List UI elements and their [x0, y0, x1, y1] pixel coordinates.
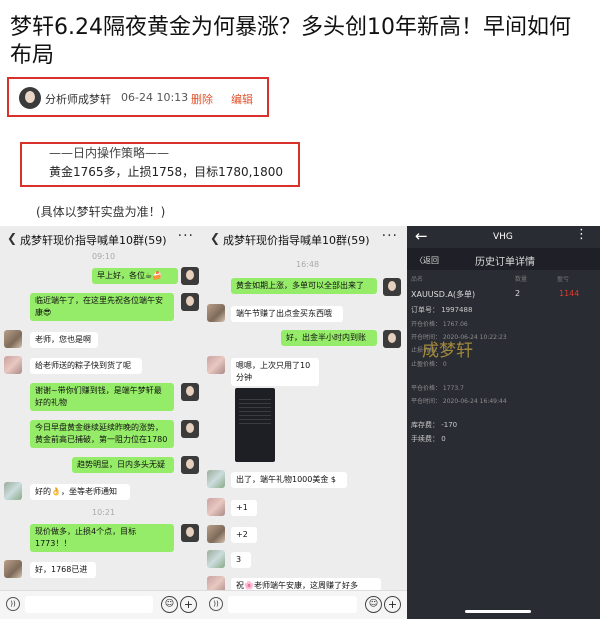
member-avatar[interactable] [4, 482, 22, 500]
voice-icon[interactable]: )) [6, 597, 20, 611]
teacher-avatar[interactable] [181, 267, 199, 285]
author-bar: 分析师成梦轩 06-24 10:13 删除 编辑 [7, 77, 269, 117]
member-avatar[interactable] [207, 550, 225, 568]
teacher-avatar[interactable] [181, 456, 199, 474]
disclaimer: (具体以梦轩实盘为准！) [36, 205, 166, 219]
emoji-icon[interactable]: ☺ [161, 596, 178, 613]
chat-panel-2: ❮ 成梦轩现价指导喊单10群(59) ··· 16:48 黄金如期上涨，多单可以… [203, 226, 407, 619]
author-avatar [19, 87, 41, 109]
teacher-avatar[interactable] [181, 293, 199, 311]
member-avatar[interactable] [207, 498, 225, 516]
message-bubble: 出了，端午礼物1000美金 $ [231, 472, 347, 488]
author-name[interactable]: 分析师成梦轩 [45, 91, 111, 107]
teacher-avatar[interactable] [181, 524, 199, 542]
message-bubble: 嗯嗯，上次只用了10分钟 [231, 358, 319, 386]
teacher-avatar[interactable] [181, 420, 199, 438]
quantity: 2 [515, 289, 521, 298]
app-name: VHG [493, 232, 513, 242]
message-bubble: 今日早盘黄金继续延续昨晚的涨势，黄金前高已捕破，第一阻力位在1780 [30, 420, 174, 448]
strategy-title: ——日内操作策略—— [49, 146, 170, 160]
message-bubble: 3 [231, 552, 251, 568]
swap-fee: 库存费： -170 [411, 421, 458, 429]
open-price: 开仓价格： 1767.06 [411, 321, 468, 328]
publish-time: 06-24 10:13 [121, 91, 189, 104]
message-bubble: 老师，您也是啊 [30, 332, 98, 348]
message-bubble: +2 [231, 527, 257, 543]
message-bubble: 谢谢~带你们赚到钱，是端午梦轩最好的礼物 [30, 383, 174, 411]
message-input[interactable] [25, 596, 153, 613]
chat-header: ❮ 成梦轩现价指导喊单10群(59) ··· [0, 226, 203, 252]
emoji-icon[interactable]: ☺ [365, 596, 382, 613]
page-header: 〈返回 历史订单详情 [407, 248, 600, 270]
col-pnl: 盈亏 [557, 276, 570, 283]
chat-header: ❮ 成梦轩现价指导喊单10群(59) ··· [203, 226, 407, 252]
message-input[interactable] [228, 596, 357, 613]
message-bubble: 现价做多，止损4个点，目标1773！！ [30, 524, 174, 552]
message-bubble: 端午节赚了出点金买东西哦 [231, 306, 343, 322]
message-bubble: 给老师送的粽子快到货了呢 [30, 358, 142, 374]
more-icon[interactable]: ··· [178, 228, 194, 244]
timestamp: 10:21 [92, 508, 116, 517]
trade-detail-panel: ← VHG ⋮ 〈返回 历史订单详情 品名 数量 盈亏 XAUUSD.A(多单)… [407, 226, 600, 619]
close-price: 平仓价格： 1773.7 [411, 385, 464, 392]
message-bubble: 趋势明显，日内多头无疑 [72, 457, 174, 473]
back-arrow-icon[interactable]: ← [415, 227, 428, 245]
message-bubble: 好的👌，坐等老师通知 [30, 484, 130, 500]
plus-icon[interactable]: + [384, 596, 401, 613]
message-bubble: 黄金如期上涨，多单可以全部出来了 [231, 278, 377, 294]
col-qty: 数量 [515, 276, 528, 283]
teacher-avatar[interactable] [181, 383, 199, 401]
message-bubble: 好，1768已进 [30, 562, 96, 578]
col-product: 品名 [411, 276, 424, 283]
article-title: 梦轩6.24隔夜黄金为何暴涨？多头创10年新高！早间如何布局 [10, 15, 571, 68]
member-avatar[interactable] [207, 304, 225, 322]
input-bar: )) ☺ + [203, 590, 407, 619]
member-avatar[interactable] [207, 525, 225, 543]
product-name: XAUUSD.A(多单) [411, 290, 476, 299]
input-bar: )) ☺ + [0, 590, 203, 619]
message-bubble: 早上好，各位☕🍰 [92, 268, 178, 284]
chat-title: 成梦轩现价指导喊单10群(59) [20, 234, 167, 247]
voice-icon[interactable]: )) [209, 597, 223, 611]
teacher-avatar[interactable] [383, 278, 401, 296]
member-avatar[interactable] [207, 356, 225, 374]
member-avatar[interactable] [4, 356, 22, 374]
delete-link[interactable]: 删除 [191, 91, 213, 107]
chat-title: 成梦轩现价指导喊单10群(59) [223, 234, 370, 247]
edit-link[interactable]: 编辑 [231, 91, 253, 107]
image-message[interactable] [235, 388, 275, 462]
member-avatar[interactable] [4, 560, 22, 578]
chat-panel-1: ❮ 成梦轩现价指导喊单10群(59) ··· 09:10 早上好，各位☕🍰 临近… [0, 226, 203, 619]
close-time: 平仓时间： 2020-06-24 16:49:44 [411, 398, 507, 405]
message-bubble: +1 [231, 500, 257, 516]
more-icon[interactable]: ··· [382, 228, 398, 244]
timestamp: 09:10 [92, 252, 116, 261]
message-bubble: 好，出金半小时内到账 [281, 330, 377, 346]
page-title: 历史订单详情 [475, 257, 535, 268]
plus-icon[interactable]: + [180, 596, 197, 613]
commission-fee: 手续费： 0 [411, 435, 446, 443]
strategy-body: 黄金1765多，止损1758，目标1780,1800 [49, 165, 283, 179]
app-header: ← VHG ⋮ [407, 226, 600, 248]
profit-value: 1144 [559, 289, 580, 298]
message-bubble: 临近端午了，在这里先祝各位端午安康😎 [30, 293, 174, 321]
teacher-avatar[interactable] [383, 330, 401, 348]
strategy-box: ——日内操作策略—— 黄金1765多，止损1758，目标1780,1800 [20, 142, 300, 187]
back-icon[interactable]: ❮ [7, 231, 17, 245]
home-indicator[interactable] [465, 610, 531, 613]
member-avatar[interactable] [4, 330, 22, 348]
back-icon[interactable]: ❮ [210, 231, 220, 245]
timestamp: 16:48 [296, 260, 320, 269]
back-button[interactable]: 〈返回 [415, 255, 439, 266]
order-number: 订单号： 1997488 [411, 306, 473, 314]
more-icon[interactable]: ⋮ [575, 227, 588, 242]
member-avatar[interactable] [207, 470, 225, 488]
watermark: 成梦轩 [422, 341, 473, 361]
